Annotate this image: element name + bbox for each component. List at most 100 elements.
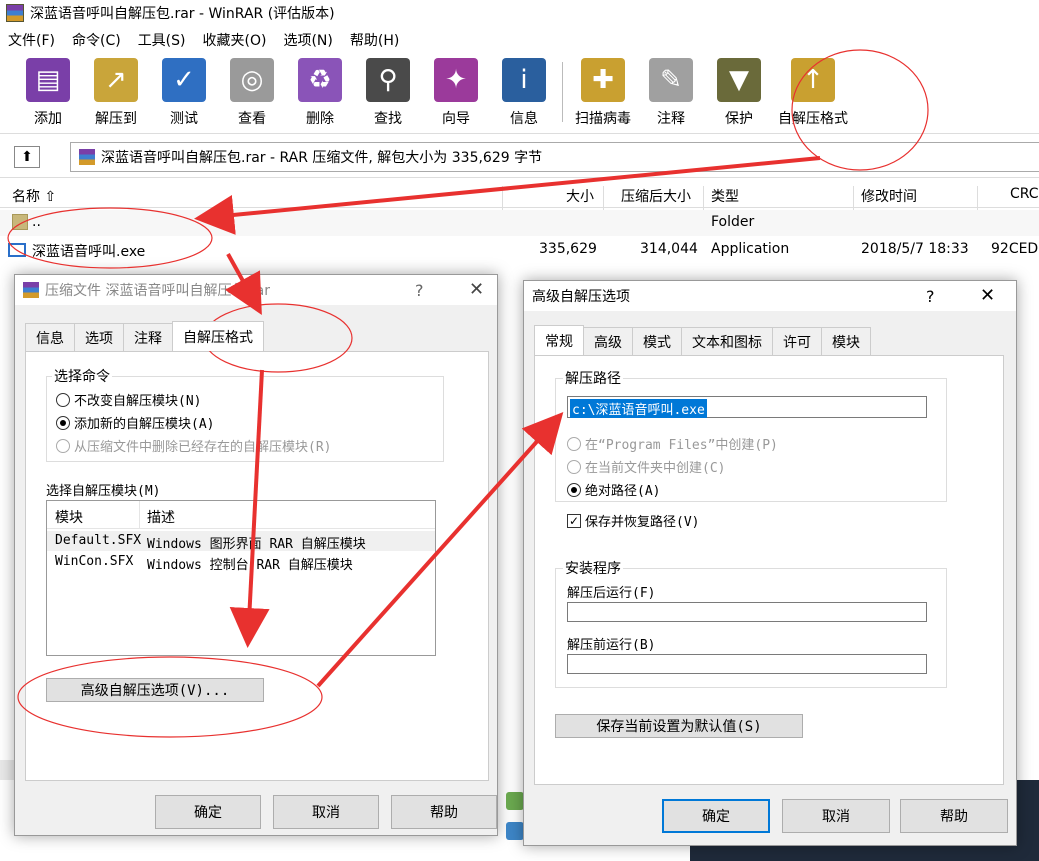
up-folder-button[interactable]: ⬆ [14,146,40,168]
tab-module[interactable]: 模块 [821,327,871,355]
radio-remove-module[interactable]: 从压缩文件中删除已经存在的自解压模块(R) [56,436,331,455]
menu-bar: 文件(F) 命令(C) 工具(S) 收藏夹(O) 选项(N) 帮助(H) [0,28,1039,52]
run-after-label: 解压后运行(F) [567,586,656,601]
module-list[interactable]: 模块 描述 Default.SFX Windows 图形界面 RAR 自解压模块… [46,500,436,656]
menu-commands[interactable]: 命令(C) [72,30,121,50]
help-icon[interactable]: ? [415,281,424,300]
tab-options[interactable]: 选项 [74,323,124,351]
table-row[interactable]: Default.SFX Windows 图形界面 RAR 自解压模块 [47,531,435,552]
sfx-icon: ↑ [791,58,835,102]
desktop-app-icon [506,822,524,840]
run-after-input[interactable] [567,602,927,622]
toolbar-extract-button[interactable]: ↗ 解压到 [82,54,150,130]
tab-sfx[interactable]: 自解压格式 [172,321,264,351]
toolbar-add-button[interactable]: ▤ 添加 [14,54,82,130]
ok-button[interactable]: 确定 [155,795,261,829]
radio-absolute-path[interactable]: 绝对路径(A) [567,480,660,499]
menu-options[interactable]: 选项(N) [283,30,332,50]
address-text: 深蓝语音呼叫自解压包.rar - RAR 压缩文件, 解包大小为 335,629… [101,150,543,166]
protect-icon: ▼ [717,58,761,102]
menu-help[interactable]: 帮助(H) [350,30,399,50]
save-restore-path-checkbox[interactable]: ✓ 保存并恢复路径(V) [567,511,699,530]
col-modified[interactable]: 修改时间 [861,186,917,206]
view-icon: ◎ [230,58,274,102]
tab-comment[interactable]: 注释 [123,323,173,351]
col-name[interactable]: 名称 ⇧ [12,186,56,206]
dialog2-title: 高级自解压选项 [532,289,630,305]
scan-virus-icon: ✚ [581,58,625,102]
toolbar-protect-button[interactable]: ▼ 保护 [705,54,773,130]
wizard-icon: ✦ [434,58,478,102]
file-list-header: 名称 ⇧ 大小 压缩后大小 类型 修改时间 CRC [0,182,1039,212]
col-module[interactable]: 模块 [55,507,83,527]
find-icon: ⚲ [366,58,410,102]
extract-path-input[interactable]: c:\深蓝语音呼叫.exe [567,396,927,418]
close-icon[interactable]: ✕ [980,285,995,306]
command-group-label: 选择命令 [52,366,112,386]
radio-program-files[interactable]: 在“Program Files”中创建(P) [567,434,778,453]
exe-file-icon [8,243,26,257]
toolbar-sfx-button[interactable]: ↑ 自解压格式 [773,54,853,130]
module-label: 选择自解压模块(M) [46,484,161,499]
list-item[interactable]: .. Folder [0,210,1039,236]
toolbar-test-button[interactable]: ✓ 测试 [150,54,218,130]
close-icon[interactable]: ✕ [469,279,484,300]
help-icon[interactable]: ? [926,287,935,306]
radio-keep-module[interactable]: 不改变自解压模块(N) [56,390,201,409]
up-arrow-icon: ⬆ [21,149,33,165]
cancel-button[interactable]: 取消 [273,795,379,829]
toolbar-view-button[interactable]: ◎ 查看 [218,54,286,130]
tab-advanced[interactable]: 高级 [583,327,633,355]
toolbar-scan-button[interactable]: ✚ 扫描病毒 [569,54,637,130]
dialog2-tabs: 常规 高级 模式 文本和图标 许可 模块 [534,325,871,355]
test-icon: ✓ [162,58,206,102]
save-as-default-button[interactable]: 保存当前设置为默认值(S) [555,714,803,738]
toolbar-comment-button[interactable]: ✎ 注释 [637,54,705,130]
radio-add-module[interactable]: 添加新的自解压模块(A) [56,413,214,432]
setup-group-label: 安装程序 [563,558,623,578]
menu-favorites[interactable]: 收藏夹(O) [203,30,267,50]
col-crc[interactable]: CRC [1010,186,1039,202]
col-size[interactable]: 大小 [566,186,594,206]
list-item[interactable]: 深蓝语音呼叫.exe 335,629 314,044 Application 2… [0,237,1039,263]
sfx-panel: 选择命令 不改变自解压模块(N) 添加新的自解压模块(A) 从压缩文件中删除已经… [25,351,489,781]
archive-properties-dialog: 压缩文件 深蓝语音呼叫自解压包.rar ? ✕ 信息 选项 注释 自解压格式 选… [14,274,498,836]
toolbar-delete-button[interactable]: ♻ 删除 [286,54,354,130]
help-button[interactable]: 帮助 [900,799,1008,833]
window-title: 深蓝语音呼叫自解压包.rar - WinRAR (评估版本) [30,6,335,22]
dialog1-tabs: 信息 选项 注释 自解压格式 [25,321,264,351]
col-type[interactable]: 类型 [711,186,739,206]
desktop-app-icon [506,792,524,810]
info-icon: i [502,58,546,102]
dialog2-title-bar: 高级自解压选项 ? ✕ [524,281,1016,311]
comment-icon: ✎ [649,58,693,102]
tab-mode[interactable]: 模式 [632,327,682,355]
address-field[interactable]: 深蓝语音呼叫自解压包.rar - RAR 压缩文件, 解包大小为 335,629… [70,142,1039,172]
winrar-app-icon [6,4,24,22]
sort-up-icon: ⇧ [44,189,57,205]
tab-license[interactable]: 许可 [772,327,822,355]
toolbar-wizard-button[interactable]: ✦ 向导 [422,54,490,130]
run-before-input[interactable] [567,654,927,674]
menu-tools[interactable]: 工具(S) [138,30,186,50]
archive-icon [79,149,95,165]
tab-general[interactable]: 常规 [534,325,584,355]
run-before-label: 解压前运行(B) [567,638,656,653]
cancel-button[interactable]: 取消 [782,799,890,833]
toolbar-info-button[interactable]: i 信息 [490,54,558,130]
col-packed[interactable]: 压缩后大小 [621,186,691,206]
menu-file[interactable]: 文件(F) [8,30,55,50]
window-title-bar: 深蓝语音呼叫自解压包.rar - WinRAR (评估版本) [0,0,1039,26]
radio-current-folder[interactable]: 在当前文件夹中创建(C) [567,457,725,476]
advanced-sfx-options-button[interactable]: 高级自解压选项(V)... [46,678,264,702]
help-button[interactable]: 帮助 [391,795,497,829]
tab-text-icon[interactable]: 文本和图标 [681,327,773,355]
advanced-sfx-dialog: 高级自解压选项 ? ✕ 常规 高级 模式 文本和图标 许可 模块 解压路径 c:… [523,280,1017,846]
extract-to-icon: ↗ [94,58,138,102]
ok-button[interactable]: 确定 [662,799,770,833]
table-row[interactable]: WinCon.SFX Windows 控制台 RAR 自解压模块 [47,552,435,573]
delete-icon: ♻ [298,58,342,102]
tab-info[interactable]: 信息 [25,323,75,351]
toolbar-find-button[interactable]: ⚲ 查找 [354,54,422,130]
col-desc[interactable]: 描述 [147,507,175,527]
